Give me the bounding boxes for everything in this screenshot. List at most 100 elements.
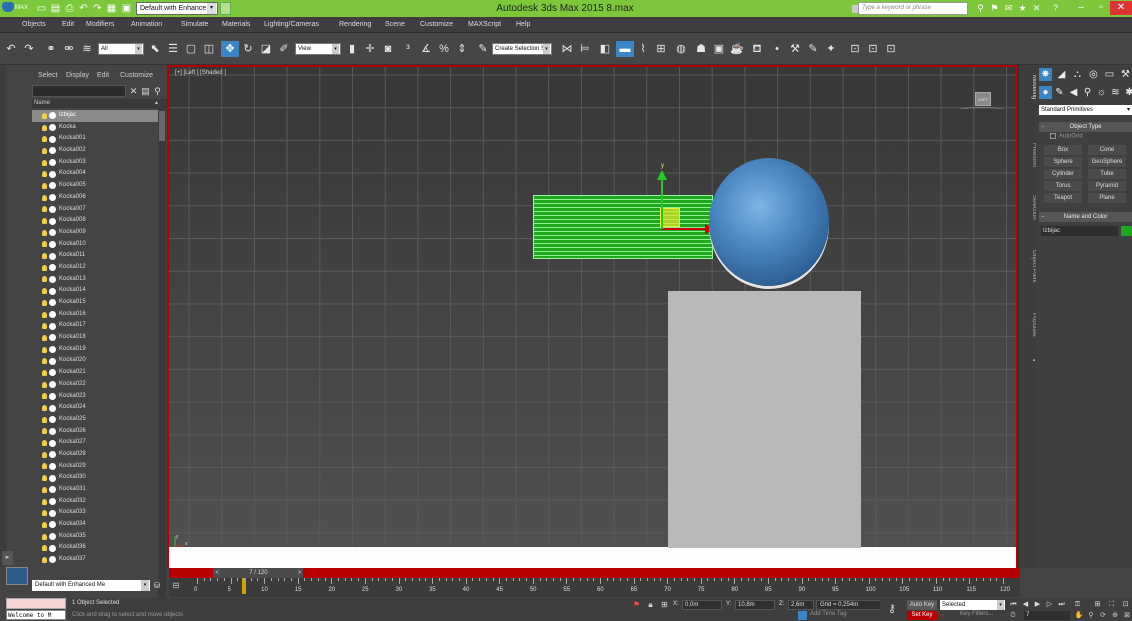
- key-mode-toggle-icon[interactable]: ⚿: [1072, 600, 1083, 610]
- y-coord-field[interactable]: 10,8m: [735, 600, 775, 610]
- populate-icon[interactable]: ✦: [822, 41, 840, 57]
- lightbulb-icon[interactable]: [42, 288, 47, 295]
- lightbulb-icon[interactable]: [42, 510, 47, 517]
- explorer-column-header[interactable]: Name ▴: [32, 99, 168, 108]
- scroll-thumb[interactable]: [159, 111, 165, 141]
- plane-button[interactable]: Plane: [1088, 193, 1126, 203]
- schematic-view-icon[interactable]: ⊞: [652, 41, 670, 57]
- menu-edit[interactable]: Edit: [62, 17, 74, 33]
- move-icon[interactable]: ✥: [221, 41, 239, 57]
- lightbulb-icon[interactable]: [42, 241, 47, 248]
- undo-icon[interactable]: ↶: [78, 3, 89, 14]
- track-bar[interactable]: ⊟ 0 5 10 15 20 25 30 35 40 45 50 55 60 65 70 75 80 85 90 95…: [169, 578, 1020, 597]
- lightbulb-icon[interactable]: [42, 369, 47, 376]
- layer-explorer-icon[interactable]: ⛁: [152, 580, 162, 591]
- key-selection-dropdown[interactable]: Selected ▾: [940, 600, 1005, 610]
- lightbulb-icon[interactable]: [42, 463, 47, 470]
- lightbulb-icon[interactable]: [42, 229, 47, 236]
- menu-scene[interactable]: Scene: [385, 17, 405, 33]
- menu-materials[interactable]: Materials: [222, 17, 250, 33]
- sphere-object[interactable]: [709, 158, 829, 286]
- window-crossing-icon[interactable]: ◫: [200, 41, 218, 57]
- lightbulb-icon[interactable]: [42, 276, 47, 283]
- rotate-icon[interactable]: ↻: [239, 41, 257, 57]
- list-item[interactable]: Kocka037: [32, 554, 158, 564]
- current-frame-field[interactable]: 7: [1024, 611, 1070, 620]
- lightbulb-icon[interactable]: [42, 440, 47, 447]
- quick-access-customize-button[interactable]: [220, 2, 231, 15]
- motion-panel-icon[interactable]: ◎: [1087, 68, 1100, 81]
- toolbar-extra-2-icon[interactable]: ⊡: [864, 41, 882, 57]
- clear-filter-icon[interactable]: ✕: [128, 85, 139, 97]
- percent-snap-icon[interactable]: %: [435, 41, 453, 57]
- isolate-icon[interactable]: ⚑: [632, 600, 641, 610]
- viewcube-ring[interactable]: [959, 107, 1005, 113]
- vertex-icon[interactable]: •: [768, 41, 786, 57]
- communication-icon[interactable]: ✉: [1003, 3, 1014, 14]
- list-item[interactable]: Kocka028: [32, 449, 158, 461]
- lightbulb-icon[interactable]: [42, 124, 47, 131]
- lightbulb-icon[interactable]: [42, 416, 47, 423]
- selection-filter-dropdown[interactable]: All ▾: [98, 43, 144, 55]
- list-item[interactable]: Kocka019: [32, 344, 158, 356]
- lightbulb-icon[interactable]: [42, 475, 47, 482]
- bind-spacewarp-icon[interactable]: ≋: [78, 41, 96, 57]
- lightbulb-icon[interactable]: [42, 521, 47, 528]
- menu-lighting-cameras[interactable]: Lighting/Cameras: [264, 17, 319, 33]
- geosphere-button[interactable]: GeoSphere: [1088, 157, 1126, 167]
- lights-icon[interactable]: ◀: [1067, 86, 1080, 99]
- project-folder-icon[interactable]: ▦: [106, 3, 117, 14]
- list-item[interactable]: Kocka009: [32, 227, 158, 239]
- left-viewport[interactable]: [+] [Left ] [Shaded ] x y LEFT y x: [167, 65, 1018, 568]
- list-item[interactable]: Kocka017: [32, 320, 158, 332]
- binoculars-icon[interactable]: ⚲: [975, 3, 986, 14]
- maxscript-input[interactable]: [6, 598, 66, 609]
- list-item[interactable]: Kocka025: [32, 414, 158, 426]
- time-config-icon[interactable]: ⏱: [1008, 611, 1018, 620]
- absolute-mode-icon[interactable]: ⊞: [660, 600, 669, 610]
- torus-button[interactable]: Torus: [1044, 181, 1082, 191]
- lightbulb-icon[interactable]: [42, 334, 47, 341]
- pedestal-box[interactable]: [668, 291, 861, 548]
- hierarchy-panel-icon[interactable]: ⛬: [1071, 68, 1084, 81]
- rect-selection-icon[interactable]: ▢: [182, 41, 200, 57]
- lightbulb-icon[interactable]: [42, 136, 47, 143]
- list-item[interactable]: Kocka007: [32, 204, 158, 216]
- toolbar-extra-1-icon[interactable]: ⊡: [846, 41, 864, 57]
- lightbulb-icon[interactable]: [42, 206, 47, 213]
- open-file-icon[interactable]: ▤: [50, 3, 61, 14]
- brush-icon[interactable]: ⚒: [786, 41, 804, 57]
- star-icon[interactable]: ★: [1017, 3, 1028, 14]
- list-item[interactable]: Kocka008: [32, 215, 158, 227]
- scale-icon[interactable]: ◪: [257, 41, 275, 57]
- time-tag-icon[interactable]: [798, 611, 807, 620]
- lightbulb-icon[interactable]: [42, 147, 47, 154]
- list-item[interactable]: Kocka026: [32, 426, 158, 438]
- list-item[interactable]: Kocka024: [32, 402, 158, 414]
- set-key-button[interactable]: Set Key: [907, 611, 937, 620]
- prev-frame-arrow[interactable]: <: [215, 568, 219, 578]
- align-icon[interactable]: ⊨: [576, 41, 594, 57]
- list-item[interactable]: Kocka018: [32, 332, 158, 344]
- select-by-name-icon[interactable]: ☰: [164, 41, 182, 57]
- explorer-menu-select[interactable]: Select: [38, 69, 57, 83]
- field-of-view-icon[interactable]: ⛶: [1106, 600, 1117, 610]
- layer-manager-icon[interactable]: ◧: [596, 41, 614, 57]
- lightbulb-icon[interactable]: [42, 323, 47, 330]
- list-item[interactable]: Kocka036: [32, 542, 158, 554]
- help-icon[interactable]: ?: [1050, 3, 1061, 14]
- modify-panel-icon[interactable]: ◢: [1055, 68, 1068, 81]
- gizmo-y-arrow[interactable]: [657, 170, 667, 180]
- list-item[interactable]: Kocka001: [32, 133, 158, 145]
- zoom-icon[interactable]: ⚲: [1086, 611, 1096, 620]
- menu-customize[interactable]: Customize: [420, 17, 453, 33]
- lightbulb-icon[interactable]: [42, 556, 47, 563]
- list-item[interactable]: Kocka020: [32, 355, 158, 367]
- list-item[interactable]: Kocka023: [32, 391, 158, 403]
- lightbulb-icon[interactable]: [42, 299, 47, 306]
- lightbulb-icon[interactable]: [42, 393, 47, 400]
- menu-help[interactable]: Help: [516, 17, 530, 33]
- list-item[interactable]: Kocka027: [32, 437, 158, 449]
- lightbulb-icon[interactable]: [42, 486, 47, 493]
- z-coord-field[interactable]: 2,6m: [788, 600, 814, 610]
